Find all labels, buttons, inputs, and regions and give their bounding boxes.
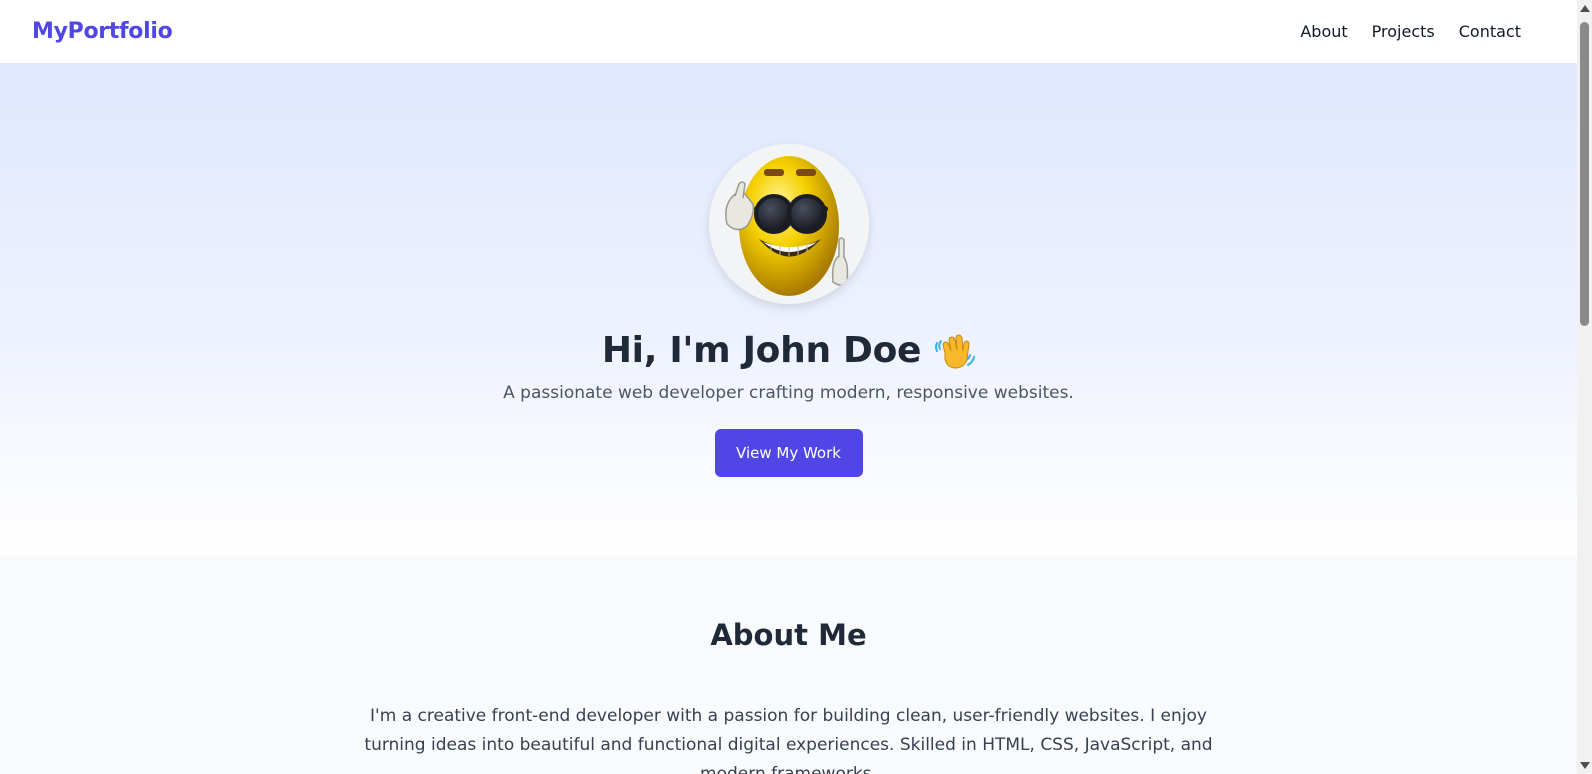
nav-link-about[interactable]: About xyxy=(1300,22,1347,41)
nav-link-projects[interactable]: Projects xyxy=(1372,22,1435,41)
navbar: MyPortfolio About Projects Contact xyxy=(0,0,1577,64)
hero-title-text: Hi, I'm John Doe xyxy=(601,330,922,371)
brand-logo[interactable]: MyPortfolio xyxy=(32,19,173,44)
sunglasses-emoji-avatar-icon xyxy=(708,144,869,304)
hero-subtitle: A passionate web developer crafting mode… xyxy=(503,383,1074,403)
scroll-up-icon[interactable] xyxy=(1580,5,1590,12)
about-text: I'm a creative front-end developer with … xyxy=(364,706,1213,774)
about-section: About Me I'm a creative front-end develo… xyxy=(0,556,1577,774)
hero-title: Hi, I'm John Doe xyxy=(601,330,976,371)
nav-link-contact[interactable]: Contact xyxy=(1459,22,1521,41)
nav-links: About Projects Contact xyxy=(1300,22,1521,41)
scroll-thumb[interactable] xyxy=(1580,22,1589,326)
view-my-work-button[interactable]: View My Work xyxy=(714,429,863,477)
waving-hand-icon xyxy=(935,333,976,369)
scrollbar[interactable] xyxy=(1577,0,1592,774)
hero-section: Hi, I'm John Doe A passionate web develo… xyxy=(0,64,1577,556)
scroll-down-icon[interactable] xyxy=(1580,762,1590,769)
portfolio-page: MyPortfolio About Projects Contact Hi, I… xyxy=(0,0,1577,774)
avatar xyxy=(708,144,869,304)
about-heading: About Me xyxy=(710,618,867,652)
